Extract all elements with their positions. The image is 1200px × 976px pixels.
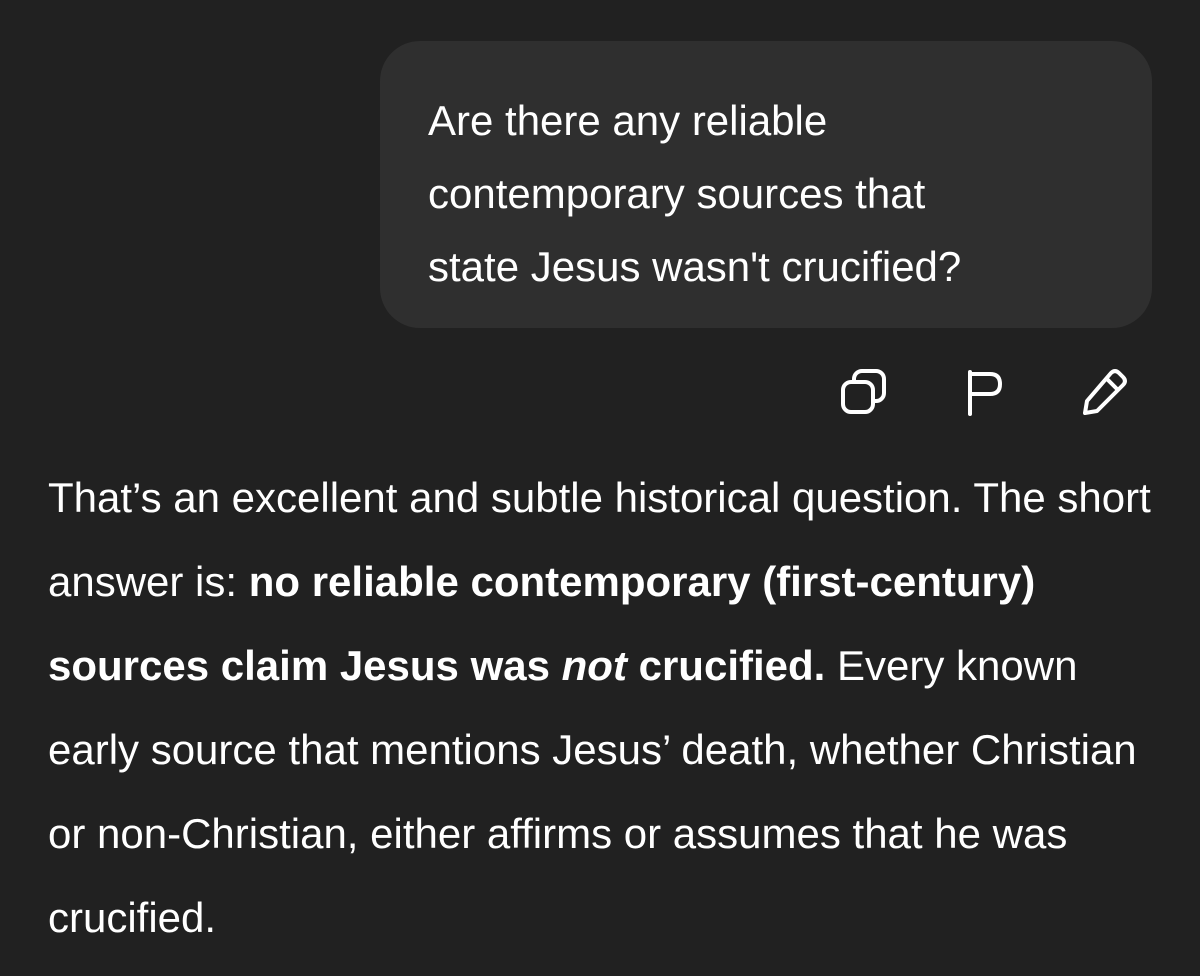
flag-icon	[968, 370, 1002, 416]
message-actions	[0, 362, 1200, 422]
pencil-icon	[1083, 369, 1127, 415]
copy-button[interactable]	[834, 362, 894, 422]
assistant-bold-part2: crucified.	[626, 642, 826, 689]
user-message-bubble: Are there any reliable contemporary sour…	[380, 41, 1152, 328]
assistant-bold-italic: not	[561, 642, 627, 689]
edit-button[interactable]	[1074, 362, 1134, 422]
user-message-text: Are there any reliable contemporary sour…	[428, 97, 962, 290]
copy-icon	[841, 369, 886, 414]
flag-button[interactable]	[954, 362, 1014, 422]
assistant-message: That’s an excellent and subtle historica…	[48, 456, 1168, 960]
